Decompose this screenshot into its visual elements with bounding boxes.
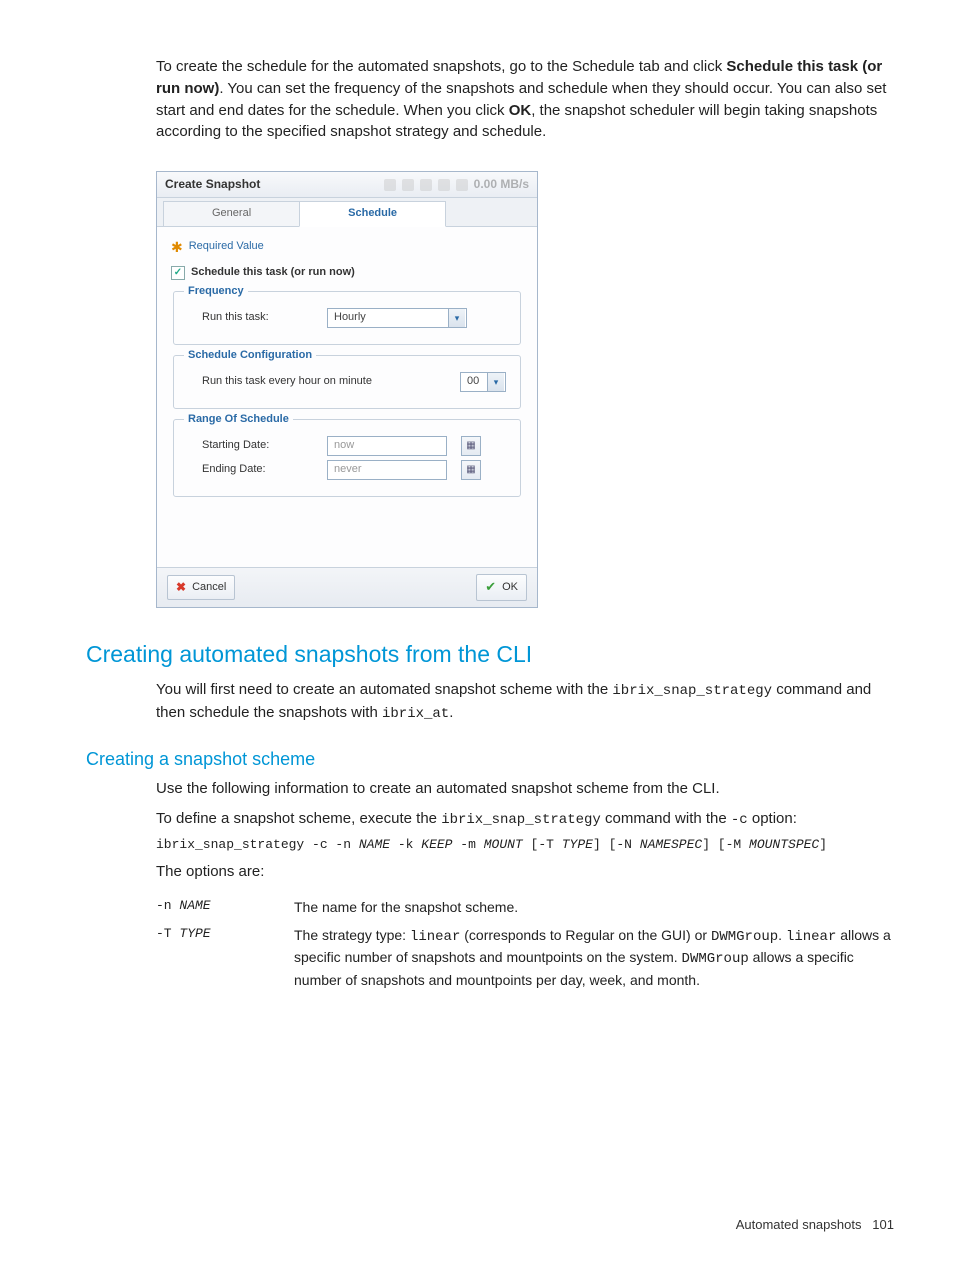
option-t-desc: The strategy type: linear (corresponds t… — [294, 925, 894, 990]
frequency-legend: Frequency — [184, 284, 248, 300]
titlebar-icon — [420, 179, 432, 191]
footer-page-number: 101 — [872, 1217, 894, 1232]
transfer-rate: 0.00 MB/s — [474, 176, 529, 193]
schedule-task-checkbox[interactable]: ✓ — [171, 266, 185, 280]
text: option: — [748, 810, 797, 827]
range-fieldset: Range Of Schedule Starting Date: now ▦ E… — [173, 419, 521, 497]
minute-select[interactable]: 00 ▾ — [460, 372, 506, 392]
options-intro: The options are: — [156, 861, 894, 883]
chevron-down-icon: ▾ — [448, 309, 465, 327]
dialog-title: Create Snapshot — [165, 176, 260, 193]
required-asterisk-icon: ✱ — [171, 240, 183, 254]
run-task-select[interactable]: Hourly ▾ — [327, 308, 467, 328]
text: You will first need to create an automat… — [156, 681, 612, 698]
footer-label: Automated snapshots — [736, 1217, 862, 1232]
titlebar-icon — [456, 179, 468, 191]
titlebar-icon — [402, 179, 414, 191]
tab-schedule[interactable]: Schedule — [299, 201, 446, 227]
option-n-desc: The name for the snapshot scheme. — [294, 897, 894, 917]
schedule-task-label: Schedule this task (or run now) — [191, 265, 355, 281]
tab-general[interactable]: General — [163, 201, 300, 227]
calendar-icon[interactable]: ▦ — [461, 436, 481, 456]
start-date-label: Starting Date: — [188, 438, 317, 454]
option-n-key: -n NAME — [156, 897, 286, 917]
check-icon: ✔ — [485, 578, 496, 597]
scheme-p2: To define a snapshot scheme, execute the… — [156, 808, 894, 830]
cli-intro-paragraph: You will first need to create an automat… — [156, 679, 894, 724]
command-line: ibrix_snap_strategy -c -n NAME -k KEEP -… — [156, 836, 894, 855]
titlebar-icon — [438, 179, 450, 191]
calendar-icon[interactable]: ▦ — [461, 460, 481, 480]
frequency-fieldset: Frequency Run this task: Hourly ▾ — [173, 291, 521, 345]
code-strategy: ibrix_snap_strategy — [612, 683, 772, 699]
intro-bold-2: OK — [509, 102, 532, 119]
required-value-label: Required Value — [189, 239, 264, 255]
schedule-config-fieldset: Schedule Configuration Run this task eve… — [173, 355, 521, 409]
subsection-heading-scheme: Creating a snapshot scheme — [86, 746, 894, 772]
schedule-config-legend: Schedule Configuration — [184, 348, 316, 364]
start-date-input[interactable]: now — [327, 436, 447, 456]
range-legend: Range Of Schedule — [184, 412, 293, 428]
options-table: -n NAME The name for the snapshot scheme… — [156, 897, 894, 990]
run-task-value: Hourly — [334, 310, 366, 326]
text: To define a snapshot scheme, execute the — [156, 810, 441, 827]
end-date-input[interactable]: never — [327, 460, 447, 480]
page-footer: Automated snapshots 101 — [736, 1216, 894, 1235]
code: -c — [731, 812, 748, 828]
titlebar-icons — [384, 179, 468, 191]
cancel-label: Cancel — [192, 580, 226, 596]
cancel-button[interactable]: ✖ Cancel — [167, 575, 235, 600]
create-snapshot-dialog: Create Snapshot 0.00 MB/s General Schedu… — [156, 171, 538, 608]
text: . — [449, 704, 453, 721]
minute-label: Run this task every hour on minute — [188, 374, 450, 390]
dialog-tabs: General Schedule — [157, 198, 537, 227]
end-date-label: Ending Date: — [188, 462, 317, 478]
ok-button[interactable]: ✔ OK — [476, 574, 527, 601]
code: ibrix_snap_strategy — [441, 812, 601, 828]
run-task-label: Run this task: — [188, 310, 317, 326]
minute-value: 00 — [467, 374, 479, 390]
ok-label: OK — [502, 580, 518, 596]
required-value-note: ✱ Required Value — [171, 239, 523, 255]
chevron-down-icon: ▾ — [487, 373, 504, 391]
close-icon: ✖ — [176, 579, 186, 596]
dialog-titlebar: Create Snapshot 0.00 MB/s — [157, 172, 537, 198]
section-heading-cli: Creating automated snapshots from the CL… — [86, 638, 894, 671]
intro-text-1: To create the schedule for the automated… — [156, 58, 726, 75]
code-at: ibrix_at — [382, 706, 449, 722]
text: command with the — [601, 810, 731, 827]
scheme-p1: Use the following information to create … — [156, 778, 894, 800]
option-t-key: -T TYPE — [156, 925, 286, 990]
titlebar-icon — [384, 179, 396, 191]
intro-paragraph: To create the schedule for the automated… — [156, 56, 894, 143]
